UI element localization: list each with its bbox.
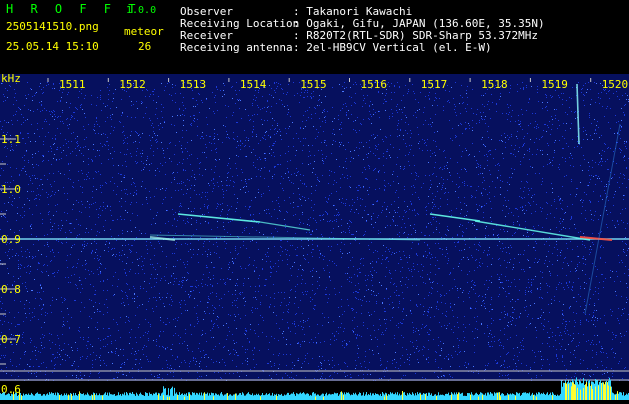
- y-tick-label: 1.1: [1, 133, 21, 146]
- unit-label: kHz: [1, 74, 21, 85]
- file-name: 2505141510.png: [6, 20, 99, 33]
- x-tick-label: 1516: [361, 78, 388, 91]
- meteor-label: meteor: [124, 25, 164, 38]
- antenna-label: Receiving antenna: [180, 41, 293, 54]
- app-title: H R O F F T: [6, 2, 141, 16]
- x-tick-label: 1520: [602, 78, 629, 91]
- x-tick-label: 1513: [180, 78, 207, 91]
- y-tick-label: 0.8: [1, 283, 21, 296]
- x-tick-label: 1514: [240, 78, 267, 91]
- x-tick-label: 1515: [300, 78, 327, 91]
- x-tick-label: 1519: [541, 78, 568, 91]
- datetime: 25.05.14 15:10: [6, 40, 99, 53]
- spectrogram-background: [0, 74, 629, 400]
- antenna-value: : 2el-HB9CV Vertical (el. E-W): [293, 41, 492, 54]
- x-tick-label: 1512: [119, 78, 146, 91]
- x-tick-label: 1517: [421, 78, 448, 91]
- meteor-count: 26: [138, 40, 152, 53]
- y-tick-label: 1.0: [1, 183, 21, 196]
- y-tick-label: 0.7: [1, 333, 21, 346]
- x-tick-label: 1511: [59, 78, 86, 91]
- spectrogram-panel: 1511 1512 1513 1514 1515 1516 1517 1518 1519 1520…: [0, 72, 629, 400]
- y-tick-label: 0.9: [1, 233, 21, 246]
- header-panel: H R O F F T 1.0.0 2505141510.png meteor …: [0, 0, 629, 72]
- x-tick-label: 1518: [481, 78, 508, 91]
- app-version: 1.0.0: [126, 5, 157, 16]
- spectrogram-svg: 1511 1512 1513 1514 1515 1516 1517 1518 1519 1520…: [0, 72, 629, 400]
